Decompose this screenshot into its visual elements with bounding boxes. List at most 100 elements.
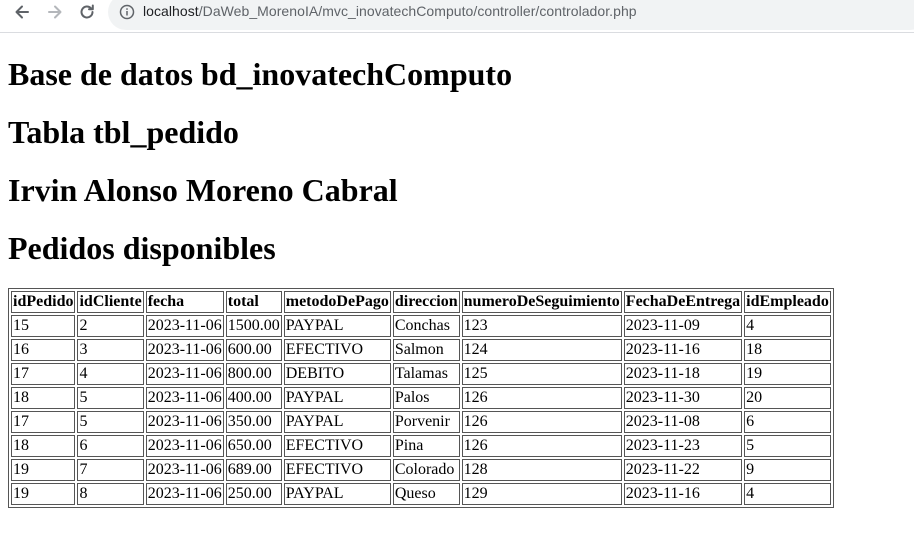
column-header-total: total — [225, 291, 282, 313]
cell-idEmpleado: 4 — [744, 315, 831, 337]
cell-FechaDeEntrega: 2023-11-09 — [623, 315, 743, 337]
cell-idEmpleado: 20 — [744, 387, 831, 409]
cell-total: 350.00 — [225, 411, 282, 433]
cell-FechaDeEntrega: 2023-11-23 — [623, 435, 743, 457]
cell-idPedido: 15 — [11, 315, 76, 337]
column-header-FechaDeEntrega: FechaDeEntrega — [623, 291, 743, 313]
cell-idPedido: 19 — [11, 483, 76, 505]
cell-total: 800.00 — [225, 363, 282, 385]
table-row: 17 4 2023-11-06 800.00 DEBITO Talamas 125 2023-… — [11, 363, 831, 385]
cell-direccion: Pina — [392, 435, 460, 457]
cell-numeroDeSeguimiento: 129 — [461, 483, 622, 505]
cell-direccion: Salmon — [392, 339, 460, 361]
cell-total: 600.00 — [225, 339, 282, 361]
cell-direccion: Palos — [392, 387, 460, 409]
cell-numeroDeSeguimiento: 124 — [461, 339, 622, 361]
table-body: 15 2 2023-11-06 1500.00 PAYPAL Conchas 123 2023… — [11, 315, 831, 505]
cell-metodoDePago: PAYPAL — [283, 483, 391, 505]
table-row: 19 7 2023-11-06 689.00 EFECTIVO Colorado 128 20… — [11, 459, 831, 481]
table-row: 15 2 2023-11-06 1500.00 PAYPAL Conchas 123 2023… — [11, 315, 831, 337]
cell-idPedido: 17 — [11, 363, 76, 385]
column-header-metodoDePago: metodoDePago — [283, 291, 391, 313]
cell-numeroDeSeguimiento: 123 — [461, 315, 622, 337]
cell-idCliente: 3 — [77, 339, 144, 361]
cell-metodoDePago: DEBITO — [283, 363, 391, 385]
forward-button[interactable] — [43, 0, 67, 24]
column-header-fecha: fecha — [145, 291, 224, 313]
cell-FechaDeEntrega: 2023-11-08 — [623, 411, 743, 433]
column-header-idCliente: idCliente — [77, 291, 144, 313]
table-header-row: idPedido idCliente fecha total metodoDePago d… — [11, 291, 831, 313]
cell-FechaDeEntrega: 2023-11-16 — [623, 339, 743, 361]
cell-fecha: 2023-11-06 — [145, 387, 224, 409]
cell-total: 400.00 — [225, 387, 282, 409]
cell-fecha: 2023-11-06 — [145, 363, 224, 385]
table-heading: Tabla tbl_pedido — [8, 114, 239, 150]
url-text[interactable]: localhost/DaWeb_MorenoIA/mvc_inovatechCo… — [143, 3, 637, 19]
cell-idEmpleado: 18 — [744, 339, 831, 361]
cell-idCliente: 5 — [77, 411, 144, 433]
cell-direccion: Talamas — [392, 363, 460, 385]
arrow-left-icon — [15, 5, 29, 19]
cell-direccion: Queso — [392, 483, 460, 505]
cell-idPedido: 18 — [11, 387, 76, 409]
cell-metodoDePago: EFECTIVO — [283, 339, 391, 361]
cell-direccion: Porvenir — [392, 411, 460, 433]
database-heading: Base de datos bd_inovatechComputo — [8, 56, 513, 92]
address-bar[interactable]: localhost/DaWeb_MorenoIA/mvc_inovatechCo… — [108, 0, 914, 30]
column-header-idPedido: idPedido — [11, 291, 76, 313]
cell-idPedido: 19 — [11, 459, 76, 481]
cell-direccion: Colorado — [392, 459, 460, 481]
cell-metodoDePago: EFECTIVO — [283, 459, 391, 481]
cell-FechaDeEntrega: 2023-11-18 — [623, 363, 743, 385]
cell-numeroDeSeguimiento: 126 — [461, 411, 622, 433]
section-heading: Pedidos disponibles — [8, 230, 276, 266]
cell-total: 250.00 — [225, 483, 282, 505]
browser-toolbar: localhost/DaWeb_MorenoIA/mvc_inovatechCo… — [0, 0, 914, 33]
cell-numeroDeSeguimiento: 126 — [461, 387, 622, 409]
cell-FechaDeEntrega: 2023-11-30 — [623, 387, 743, 409]
url-host: localhost — [143, 3, 199, 19]
cell-idEmpleado: 5 — [744, 435, 831, 457]
reload-icon — [80, 4, 94, 19]
author-heading: Irvin Alonso Moreno Cabral — [8, 172, 398, 208]
cell-idPedido: 16 — [11, 339, 76, 361]
cell-fecha: 2023-11-06 — [145, 339, 224, 361]
cell-idEmpleado: 9 — [744, 459, 831, 481]
cell-idCliente: 5 — [77, 387, 144, 409]
table-row: 19 8 2023-11-06 250.00 PAYPAL Queso 129 2023-11… — [11, 483, 831, 505]
cell-numeroDeSeguimiento: 128 — [461, 459, 622, 481]
cell-idCliente: 7 — [77, 459, 144, 481]
url-path: /DaWeb_MorenoIA/mvc_inovatechComputo/con… — [198, 3, 637, 19]
cell-metodoDePago: EFECTIVO — [283, 435, 391, 457]
orders-table: idPedido idCliente fecha total metodoDePago d… — [8, 288, 834, 508]
cell-idPedido: 17 — [11, 411, 76, 433]
cell-idEmpleado: 4 — [744, 483, 831, 505]
cell-fecha: 2023-11-06 — [145, 411, 224, 433]
back-button[interactable] — [10, 0, 34, 24]
cell-FechaDeEntrega: 2023-11-22 — [623, 459, 743, 481]
cell-metodoDePago: PAYPAL — [283, 315, 391, 337]
cell-direccion: Conchas — [392, 315, 460, 337]
cell-FechaDeEntrega: 2023-11-16 — [623, 483, 743, 505]
reload-button[interactable] — [75, 0, 99, 24]
cell-idPedido: 18 — [11, 435, 76, 457]
column-header-direccion: direccion — [392, 291, 460, 313]
cell-idCliente: 6 — [77, 435, 144, 457]
cell-total: 1500.00 — [225, 315, 282, 337]
cell-metodoDePago: PAYPAL — [283, 411, 391, 433]
cell-idEmpleado: 19 — [744, 363, 831, 385]
table-row: 17 5 2023-11-06 350.00 PAYPAL Porvenir 126 2023… — [11, 411, 831, 433]
info-icon[interactable] — [119, 4, 135, 20]
cell-idCliente: 2 — [77, 315, 144, 337]
cell-total: 689.00 — [225, 459, 282, 481]
column-header-idEmpleado: idEmpleado — [744, 291, 831, 313]
table-row: 18 5 2023-11-06 400.00 PAYPAL Palos 126 2023-11… — [11, 387, 831, 409]
cell-metodoDePago: PAYPAL — [283, 387, 391, 409]
cell-numeroDeSeguimiento: 126 — [461, 435, 622, 457]
cell-total: 650.00 — [225, 435, 282, 457]
cell-idCliente: 8 — [77, 483, 144, 505]
table-row: 16 3 2023-11-06 600.00 EFECTIVO Salmon 124 2023… — [11, 339, 831, 361]
cell-fecha: 2023-11-06 — [145, 483, 224, 505]
cell-fecha: 2023-11-06 — [145, 315, 224, 337]
